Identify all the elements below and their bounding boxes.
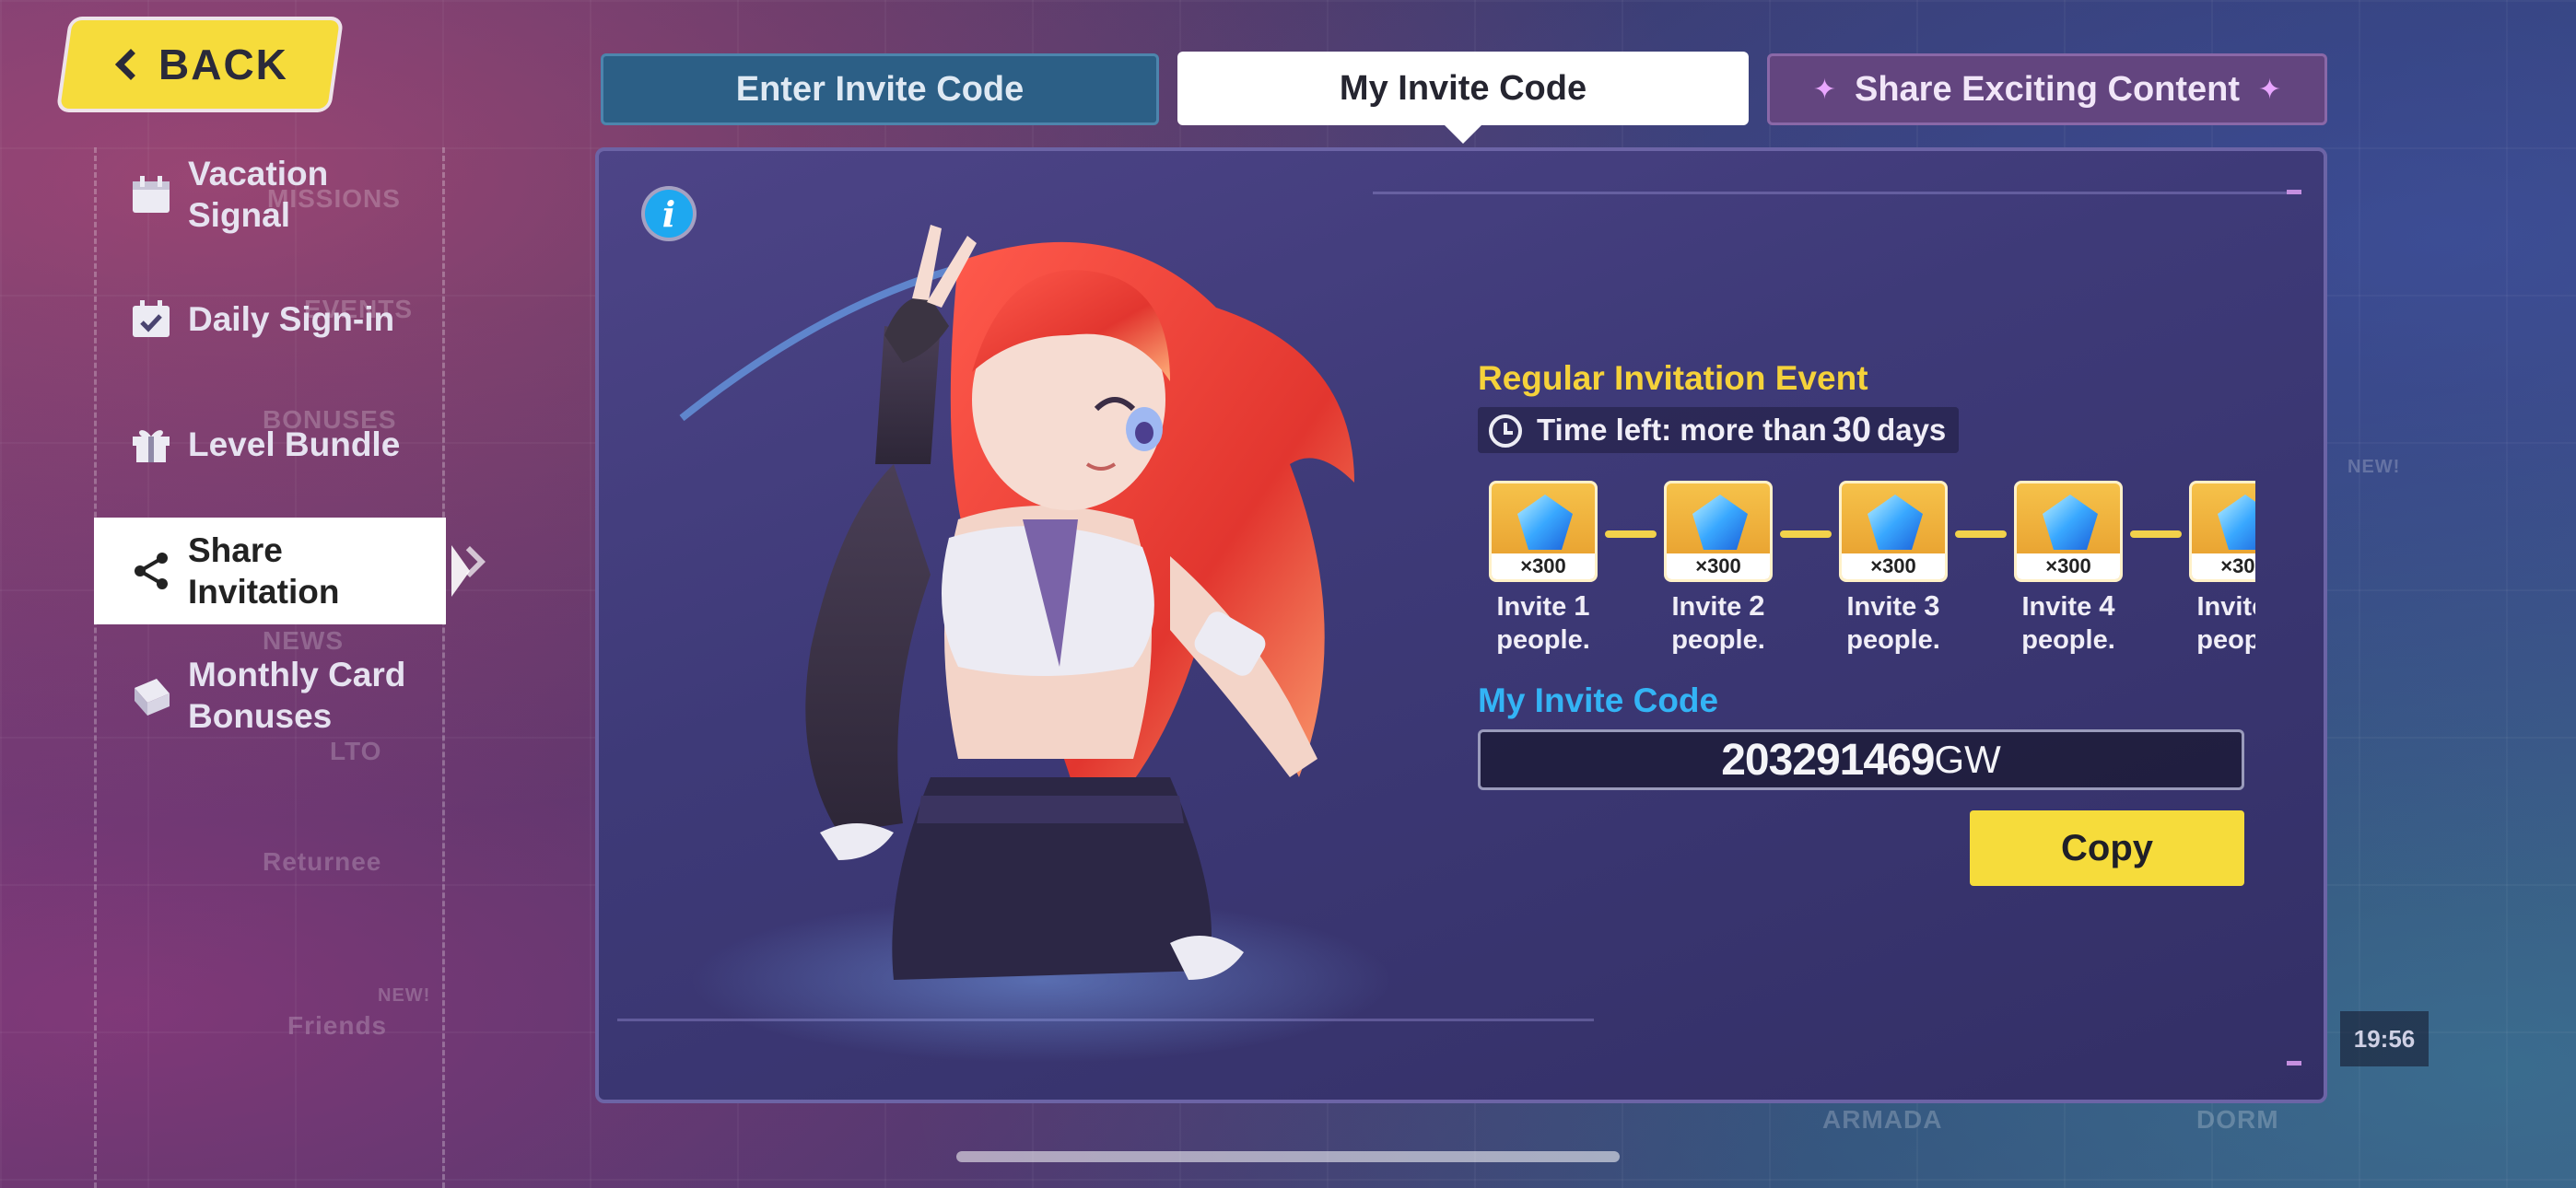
panel-corner-mark-top [2287,190,2301,194]
reward-caption: Invite 3 people. [1846,589,1940,655]
bg-label-friends: Friends [287,1011,388,1040]
bg-label-new-right: NEW! [2348,457,2401,477]
time-left-unit: days [1877,413,1947,447]
panel-divider-top [1373,192,2294,194]
my-invite-code-label: My Invite Code [1478,681,1719,719]
time-left-prefix: Time left: more than [1537,413,1827,447]
sidebar-item-level-bundle[interactable]: Level Bundle [129,422,400,466]
reward-quantity: ×300 [1842,553,1945,579]
reward-connector [1605,530,1657,538]
back-button-label: BACK [158,41,288,88]
crystal-icon [1868,495,1923,550]
panel-corner-mark-bottom [2287,1061,2301,1066]
reward-item[interactable]: ×300 Invite 4 people. [2014,481,2123,656]
sparkle-icon: ✦ [1812,74,1836,105]
sidebar-item-share-invitation[interactable]: Share Invitation [94,518,470,624]
reward-quantity: ×300 [2017,553,2120,579]
calendar-icon [129,172,173,216]
sidebar-item-vacation-signal[interactable]: Vacation Signal [129,153,328,236]
sidebar-divider-left [94,147,97,1188]
reward-caption: Invite 5people. [2196,592,2255,655]
crystal-reward-box: ×300 [1664,481,1773,582]
tab-label: My Invite Code [1339,68,1587,108]
reward-caption: Invite 1 people. [1496,589,1590,655]
bg-label-armada: ARMADA [1822,1105,1943,1134]
crystal-reward-box: ×300 [2189,481,2255,582]
sidebar-item-daily-sign-in[interactable]: Daily Sign-in [129,297,394,341]
crystal-reward-box: ×300 [2014,481,2123,582]
reward-connector [1780,530,1832,538]
reward-caption: Invite 4 people. [2021,589,2115,655]
invite-code-field[interactable]: 203291469 GW [1478,729,2244,790]
sidebar-item-monthly-card-bonuses[interactable]: Monthly Card Bonuses [129,654,405,737]
reward-connector [2130,530,2182,538]
reward-quantity: ×300 [1492,553,1595,579]
tab-enter-invite-code[interactable]: Enter Invite Code [601,53,1159,125]
sidebar-item-label: Daily Sign-in [188,299,395,338]
tab-my-invite-code[interactable]: My Invite Code [1177,52,1749,144]
bg-label-lto: LTO [330,737,382,765]
tab-label: Enter Invite Code [735,69,1025,109]
reward-caption: Invite 2 people. [1671,589,1765,655]
invite-code-suffix: GW [1934,738,2001,781]
reward-quantity: ×300 [2192,553,2255,579]
crystal-icon [1692,495,1748,550]
sidebar-item-label: Monthly Card Bonuses [188,656,406,735]
character-illustration [679,225,1391,1063]
crystal-icon [2218,495,2255,550]
copy-button-label: Copy [2061,827,2153,868]
crystal-icon [1517,495,1573,550]
sidebar-item-label: Share Invitation [188,531,340,611]
invite-panel: i Regular Invitation Event Time left: mo… [595,147,2327,1103]
home-indicator[interactable] [956,1151,1620,1162]
gift-icon [129,422,173,466]
tab-label: Share Exciting Content [1854,69,2241,109]
bg-label-new: NEW! [378,985,431,1006]
calendar-check-icon [129,297,173,341]
time-left-value: 30 [1832,410,1872,449]
bg-label-returnee: Returnee [263,847,382,876]
tab-share-exciting-content[interactable]: ✦ Share Exciting Content ✦ [1767,53,2327,125]
reward-track: ×300 Invite 1 people. ×300 Invite 2 people… [1489,481,2255,656]
background-clock: 19:56 [2340,1011,2429,1066]
sparkle-icon: ✦ [2258,74,2282,105]
crystal-icon [2043,495,2098,550]
crystal-reward-box: ×300 [1489,481,1598,582]
bg-label-news: NEWS [263,626,344,655]
invite-code-number: 203291469 [1721,735,1935,785]
sidebar-divider-right [442,147,445,1188]
sidebar-item-label: Level Bundle [188,425,401,463]
share-icon [129,549,173,593]
sidebar-item-label: Vacation Signal [188,155,329,234]
reward-item[interactable]: ×300 Invite 1 people. [1489,481,1598,656]
crystal-reward-box: ×300 [1839,481,1948,582]
reward-connector [1955,530,2007,538]
gift-card-icon [129,673,173,717]
copy-button[interactable]: Copy [1970,810,2244,886]
reward-item[interactable]: ×300 Invite 2 people. [1664,481,1773,656]
back-button[interactable]: BACK [60,20,340,109]
time-left-badge: Time left: more than 30 days [1478,407,1960,453]
clock-icon [1489,414,1522,448]
reward-quantity: ×300 [1667,553,1770,579]
reward-item[interactable]: ×300 Invite 3 people. [1839,481,1948,656]
bg-label-dorm: DORM [2196,1105,2279,1134]
chevron-left-icon [114,49,146,80]
event-title: Regular Invitation Event [1478,359,1868,397]
reward-item[interactable]: ×300 Invite 5people. [2189,481,2255,656]
